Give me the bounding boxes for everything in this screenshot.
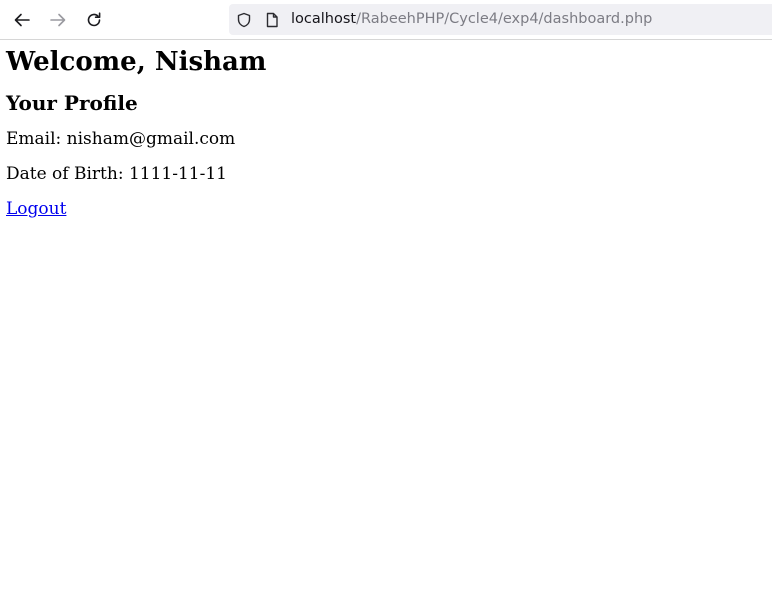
arrow-right-icon	[49, 11, 67, 29]
reload-icon	[85, 11, 103, 29]
email-text: Email: nisham@gmail.com	[6, 129, 236, 149]
shield-icon[interactable]	[235, 11, 253, 29]
url-text[interactable]: localhost/RabeehPHP/Cycle4/exp4/dashboar…	[291, 10, 652, 29]
url-path: /RabeehPHP/Cycle4/exp4/dashboard.php	[356, 11, 653, 27]
page-title: Welcome, Nisham	[6, 47, 267, 77]
reload-button[interactable]	[82, 8, 106, 32]
arrow-left-icon	[13, 11, 31, 29]
logout-link[interactable]: Logout	[6, 199, 66, 219]
dob-text: Date of Birth: 1111-11-11	[6, 164, 227, 184]
url-host: localhost	[291, 11, 357, 27]
section-heading: Your Profile	[6, 91, 138, 115]
page-content: Welcome, Nisham Your Profile Email: nish…	[6, 40, 766, 220]
page-icon[interactable]	[263, 11, 281, 29]
back-button[interactable]	[10, 8, 34, 32]
address-bar[interactable]: localhost/RabeehPHP/Cycle4/exp4/dashboar…	[229, 4, 772, 35]
forward-button[interactable]	[46, 8, 70, 32]
browser-toolbar: localhost/RabeehPHP/Cycle4/exp4/dashboar…	[0, 0, 772, 40]
logout-row: Logout	[6, 199, 766, 220]
